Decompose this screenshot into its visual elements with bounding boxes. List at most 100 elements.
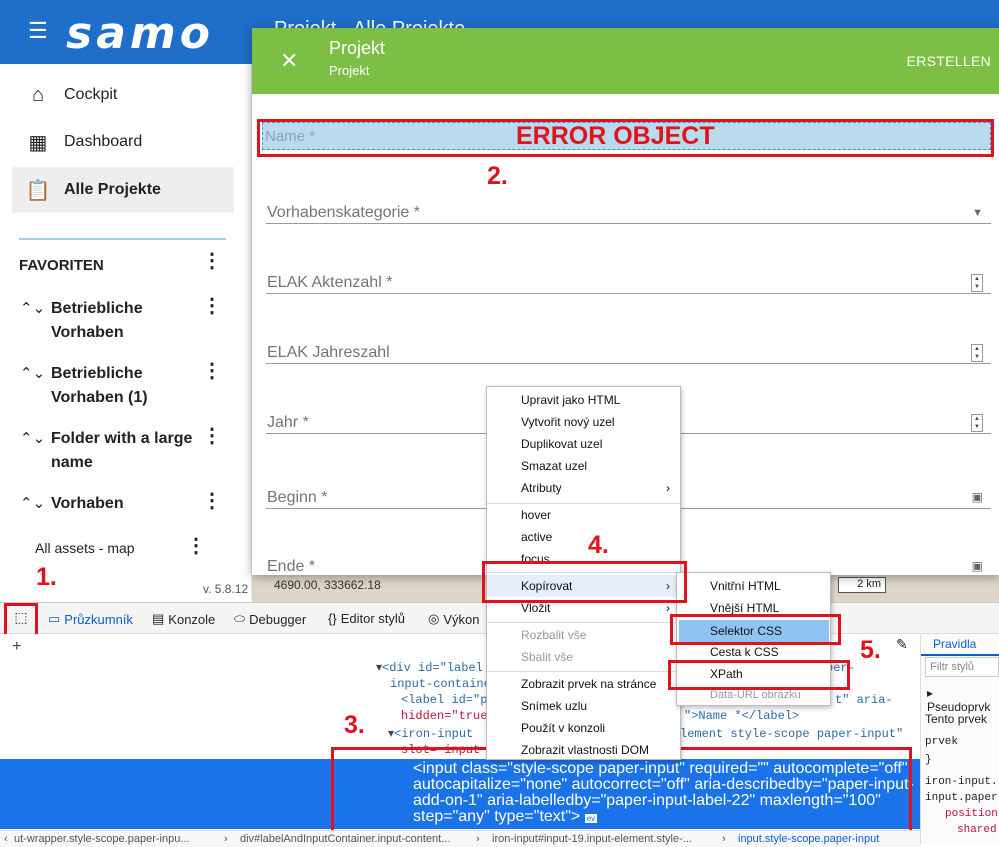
- rules-panel: Pravidla Filtr stylů ▸ Pseudoprvk Tento …: [920, 634, 999, 844]
- favorites-more-icon[interactable]: ⋮: [202, 251, 222, 271]
- tab-underline: [921, 654, 999, 656]
- elak-aktenzahl-field[interactable]: ELAK Aktenzahl * ▲ ▼: [266, 244, 991, 294]
- sidebar-item-cockpit[interactable]: ⌂ Cockpit: [12, 72, 234, 118]
- copy-highlight: [482, 561, 687, 603]
- menu-item-show-on-page[interactable]: Zobrazit prvek na stránce: [521, 673, 656, 695]
- close-icon[interactable]: ✕: [280, 48, 298, 74]
- markup-line: hidden="true: [401, 709, 488, 723]
- reorder-icon[interactable]: ⌃⌄: [20, 362, 45, 386]
- element-rule[interactable]: prvek: [925, 736, 958, 748]
- tab-debugger[interactable]: ⬭ Debugger: [234, 611, 306, 627]
- menu-item-active[interactable]: active: [521, 526, 552, 548]
- favorite-label: Folder with a large name: [51, 430, 193, 471]
- breadcrumb-back-icon[interactable]: ‹: [4, 833, 8, 845]
- rule-value[interactable]: shared: [957, 824, 997, 836]
- menu-item-use-in-console[interactable]: Použít v konzoli: [521, 717, 605, 739]
- xpath-highlight: [668, 660, 850, 690]
- menu-item-duplicate-node[interactable]: Duplikovat uzel: [521, 433, 602, 455]
- favorites-heading: FAVORITEN: [19, 257, 104, 274]
- tab-performance[interactable]: ◎ Výkon: [428, 611, 479, 627]
- dialog-subtitle: Projekt: [329, 63, 370, 78]
- breadcrumb: ‹ ut-wrapper.style-scope.paper-inpu... ›…: [0, 830, 920, 847]
- markup-line[interactable]: ▾<iron-input: [388, 726, 473, 742]
- menu-item-attributes[interactable]: Atributy: [521, 477, 562, 499]
- reorder-icon[interactable]: ⌃⌄: [20, 427, 45, 451]
- favorite-more-icon[interactable]: ⋮: [202, 426, 222, 446]
- menu-item-inner-html[interactable]: Vnitřní HTML: [710, 575, 781, 597]
- create-button[interactable]: ERSTELLEN: [907, 53, 991, 69]
- favorite-item[interactable]: ⌃⌄ Betriebliche Vorhaben (1): [20, 362, 220, 410]
- breadcrumb-item[interactable]: iron-input#input-19.input-element.style-…: [492, 833, 692, 845]
- menu-item-create-node[interactable]: Vytvořit nový uzel: [521, 411, 615, 433]
- markup-line: input-containe: [390, 677, 491, 691]
- markup-line: t" aria-: [835, 693, 893, 707]
- divider: [19, 238, 226, 240]
- sidebar-item-alle-projekte[interactable]: 📋 Alle Projekte: [12, 167, 234, 213]
- pseudo-elements-toggle[interactable]: ▸ Pseudoprvk: [927, 686, 999, 714]
- menu-item-screenshot-node[interactable]: Snímek uzlu: [521, 695, 587, 717]
- menu-separator: [487, 622, 680, 623]
- rule-brace: }: [925, 754, 932, 766]
- menu-item-expand-all[interactable]: Rozbalit vše: [521, 624, 586, 646]
- menu-item-hover[interactable]: hover: [521, 504, 551, 526]
- markup-line[interactable]: <label id="p: [401, 692, 487, 708]
- add-node-icon[interactable]: +: [12, 638, 22, 656]
- error-object-label: ERROR OBJECT: [516, 122, 715, 150]
- calendar-icon[interactable]: ▣: [972, 559, 983, 573]
- all-assets-more-icon[interactable]: ⋮: [186, 536, 206, 556]
- tab-inspector[interactable]: ▭ Průzkumník: [48, 611, 133, 627]
- number-spinner-icon[interactable]: ▲ ▼: [971, 274, 983, 292]
- breadcrumb-separator-icon: ›: [722, 833, 726, 845]
- rule-property[interactable]: position: [945, 808, 998, 820]
- console-icon: ▤: [152, 611, 165, 626]
- menu-item-delete-node[interactable]: Smazat uzel: [521, 455, 587, 477]
- menu-separator: [487, 503, 680, 504]
- favorite-more-icon[interactable]: ⋮: [202, 361, 222, 381]
- markup-line[interactable]: ▾<div id="label: [376, 660, 483, 676]
- markup-line: ">Name *</label>: [684, 709, 800, 723]
- breadcrumb-item[interactable]: div#labelAndInputContainer.input-content…: [240, 833, 450, 845]
- debugger-icon: ⬭: [234, 611, 246, 626]
- sidebar-item-all-assets-map[interactable]: All assets - map: [35, 540, 135, 556]
- reorder-icon[interactable]: ⌃⌄: [20, 297, 45, 321]
- samo-logo: samo: [66, 8, 214, 59]
- vorhabenskategorie-select[interactable]: Vorhabenskategorie * ▼: [266, 174, 991, 224]
- menu-item-edit-as-html[interactable]: Upravit jako HTML: [521, 389, 620, 411]
- dropdown-arrow-icon[interactable]: ▼: [972, 207, 983, 219]
- filter-styles-input[interactable]: Filtr stylů: [925, 657, 999, 677]
- rule-selector[interactable]: iron-input.: [925, 776, 998, 788]
- step-4-label: 4.: [588, 531, 609, 559]
- calendar-icon[interactable]: ▣: [972, 490, 983, 504]
- favorite-item[interactable]: ⌃⌄ Vorhaben: [20, 492, 220, 516]
- sidebar-item-label: Cockpit: [64, 86, 118, 103]
- markup-line: lement style-scope paper-input": [680, 727, 904, 741]
- elak-jahreszahl-field[interactable]: ELAK Jahreszahl ▲ ▼: [266, 314, 991, 364]
- step-2-label: 2.: [487, 162, 508, 190]
- map-scale: 2 km: [838, 577, 886, 593]
- menu-icon[interactable]: ☰: [28, 20, 48, 42]
- tab-console[interactable]: ▤ Konzole: [152, 611, 215, 627]
- performance-icon: ◎: [428, 611, 440, 626]
- menu-item-show-dom-properties[interactable]: Zobrazit vlastnosti DOM: [521, 739, 649, 761]
- tab-style-editor[interactable]: {} Editor stylů: [328, 611, 405, 626]
- rule-selector[interactable]: input.paper: [925, 792, 998, 804]
- step-1-label: 1.: [36, 563, 57, 591]
- favorite-label: Betriebliche Vorhaben: [51, 300, 143, 341]
- favorite-item[interactable]: ⌃⌄ Folder with a large name: [20, 427, 220, 475]
- favorite-more-icon[interactable]: ⋮: [202, 296, 222, 316]
- map-coordinates: 4690.00, 333662.18: [274, 578, 381, 592]
- favorite-label: Betriebliche Vorhaben (1): [51, 365, 148, 406]
- css-selector-highlight: [670, 614, 841, 645]
- favorite-item[interactable]: ⌃⌄ Betriebliche Vorhaben: [20, 297, 220, 345]
- number-spinner-icon[interactable]: ▲ ▼: [971, 414, 983, 432]
- favorite-more-icon[interactable]: ⋮: [202, 491, 222, 511]
- tab-rules[interactable]: Pravidla: [933, 637, 976, 651]
- number-spinner-icon[interactable]: ▲ ▼: [971, 344, 983, 362]
- reorder-icon[interactable]: ⌃⌄: [20, 492, 45, 516]
- breadcrumb-item[interactable]: ut-wrapper.style-scope.paper-inpu...: [14, 833, 189, 845]
- clipboard-icon: 📋: [25, 179, 51, 202]
- sidebar-item-dashboard[interactable]: ▦ Dashboard: [12, 119, 234, 165]
- breadcrumb-item-current[interactable]: input.style-scope.paper-input: [738, 833, 879, 845]
- menu-item-collapse-all[interactable]: Sbalit vše: [521, 646, 573, 668]
- eyedropper-icon[interactable]: ✎: [896, 636, 908, 653]
